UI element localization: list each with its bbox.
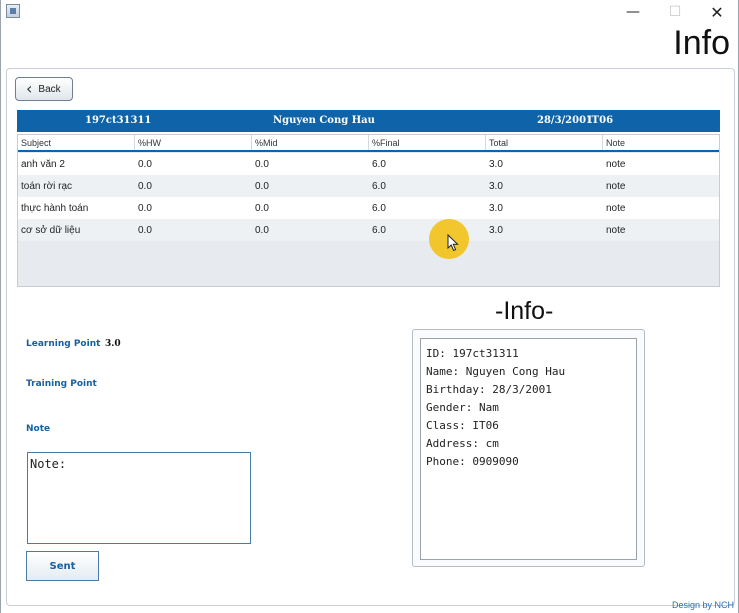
app-window: — ☐ ✕ Info ‹ Back 197ct31311 Nguyen Cong… (0, 0, 739, 613)
subject-cell: cơ sở dữ liệu (21, 224, 81, 236)
subject-cell: anh văn 2 (21, 158, 65, 170)
info-id: ID: 197ct31311 (426, 347, 519, 360)
chevron-left-icon: ‹ (26, 79, 33, 98)
column-header-final[interactable]: %Final (369, 135, 486, 150)
final-cell: 6.0 (372, 158, 386, 170)
hw-cell: 0.0 (138, 158, 152, 170)
mid-cell: 0.0 (255, 202, 269, 214)
sent-button[interactable]: Sent (26, 551, 99, 581)
close-button[interactable]: ✕ (695, 0, 739, 24)
column-header-hw[interactable]: %HW (135, 135, 252, 150)
final-cell: 6.0 (372, 180, 386, 192)
mouse-pointer-icon (447, 234, 459, 252)
footer-credit: Design by NCH (671, 600, 734, 610)
total-cell: 3.0 (489, 180, 503, 192)
hw-cell: 0.0 (138, 202, 152, 214)
table-header: Subject %HW %Mid %Final Total Note (18, 135, 719, 152)
note-cell: note (606, 180, 626, 192)
student-class: IT06 (587, 115, 614, 126)
training-point-label: Training Point (26, 379, 97, 389)
column-header-subject[interactable]: Subject (18, 135, 135, 150)
back-button-label: Back (38, 83, 61, 95)
hw-cell: 0.0 (138, 224, 152, 236)
maximize-button[interactable]: ☐ (653, 0, 697, 24)
note-cell: note (606, 202, 626, 214)
total-cell: 3.0 (489, 224, 503, 236)
final-cell: 6.0 (372, 202, 386, 214)
column-header-total[interactable]: Total (486, 135, 603, 150)
mid-cell: 0.0 (255, 224, 269, 236)
subject-cell: toán rời rạc (21, 180, 73, 192)
info-name: Name: Nguyen Cong Hau (426, 365, 566, 378)
total-cell: 3.0 (489, 158, 503, 170)
mid-cell: 0.0 (255, 158, 269, 170)
table-body: anh văn 2 0.0 0.0 6.0 3.0 note toán rời … (18, 153, 719, 241)
student-header-bar: 197ct31311 Nguyen Cong Hau 28/3/2001 IT0… (17, 110, 720, 132)
student-name: Nguyen Cong Hau (273, 115, 375, 126)
learning-point-label: Learning Point (26, 339, 101, 349)
info-panel-title: -Info- (495, 297, 554, 325)
learning-point-value: 3.0 (105, 339, 121, 349)
mid-cell: 0.0 (255, 180, 269, 192)
back-button[interactable]: ‹ Back (15, 77, 73, 101)
page-title: Info (673, 24, 730, 62)
note-textarea[interactable] (27, 452, 251, 544)
note-cell: note (606, 158, 626, 170)
title-bar: — ☐ ✕ (1, 0, 738, 24)
info-text-area[interactable]: ID: 197ct31311 Name: Nguyen Cong Hau Bir… (420, 338, 637, 560)
total-cell: 3.0 (489, 202, 503, 214)
minimize-button[interactable]: — (611, 0, 655, 24)
table-row[interactable]: cơ sở dữ liệu 0.0 0.0 6.0 3.0 note (18, 219, 719, 241)
info-address: Address: cm (426, 437, 499, 450)
subject-cell: thực hành toán (21, 202, 89, 214)
column-header-note[interactable]: Note (603, 135, 719, 150)
grades-table: Subject %HW %Mid %Final Total Note anh v… (17, 134, 720, 287)
info-phone: Phone: 0909090 (426, 455, 519, 468)
note-cell: note (606, 224, 626, 236)
table-row[interactable]: toán rời rạc 0.0 0.0 6.0 3.0 note (18, 175, 719, 197)
column-header-mid[interactable]: %Mid (252, 135, 369, 150)
student-id: 197ct31311 (85, 115, 152, 126)
info-class: Class: IT06 (426, 419, 499, 432)
info-gender: Gender: Nam (426, 401, 499, 414)
hw-cell: 0.0 (138, 180, 152, 192)
table-row[interactable]: anh văn 2 0.0 0.0 6.0 3.0 note (18, 153, 719, 175)
note-label: Note (26, 424, 51, 434)
student-birthday: 28/3/2001 (537, 115, 594, 126)
table-row[interactable]: thực hành toán 0.0 0.0 6.0 3.0 note (18, 197, 719, 219)
info-birthday: Birthday: 28/3/2001 (426, 383, 552, 396)
app-icon (6, 4, 20, 18)
